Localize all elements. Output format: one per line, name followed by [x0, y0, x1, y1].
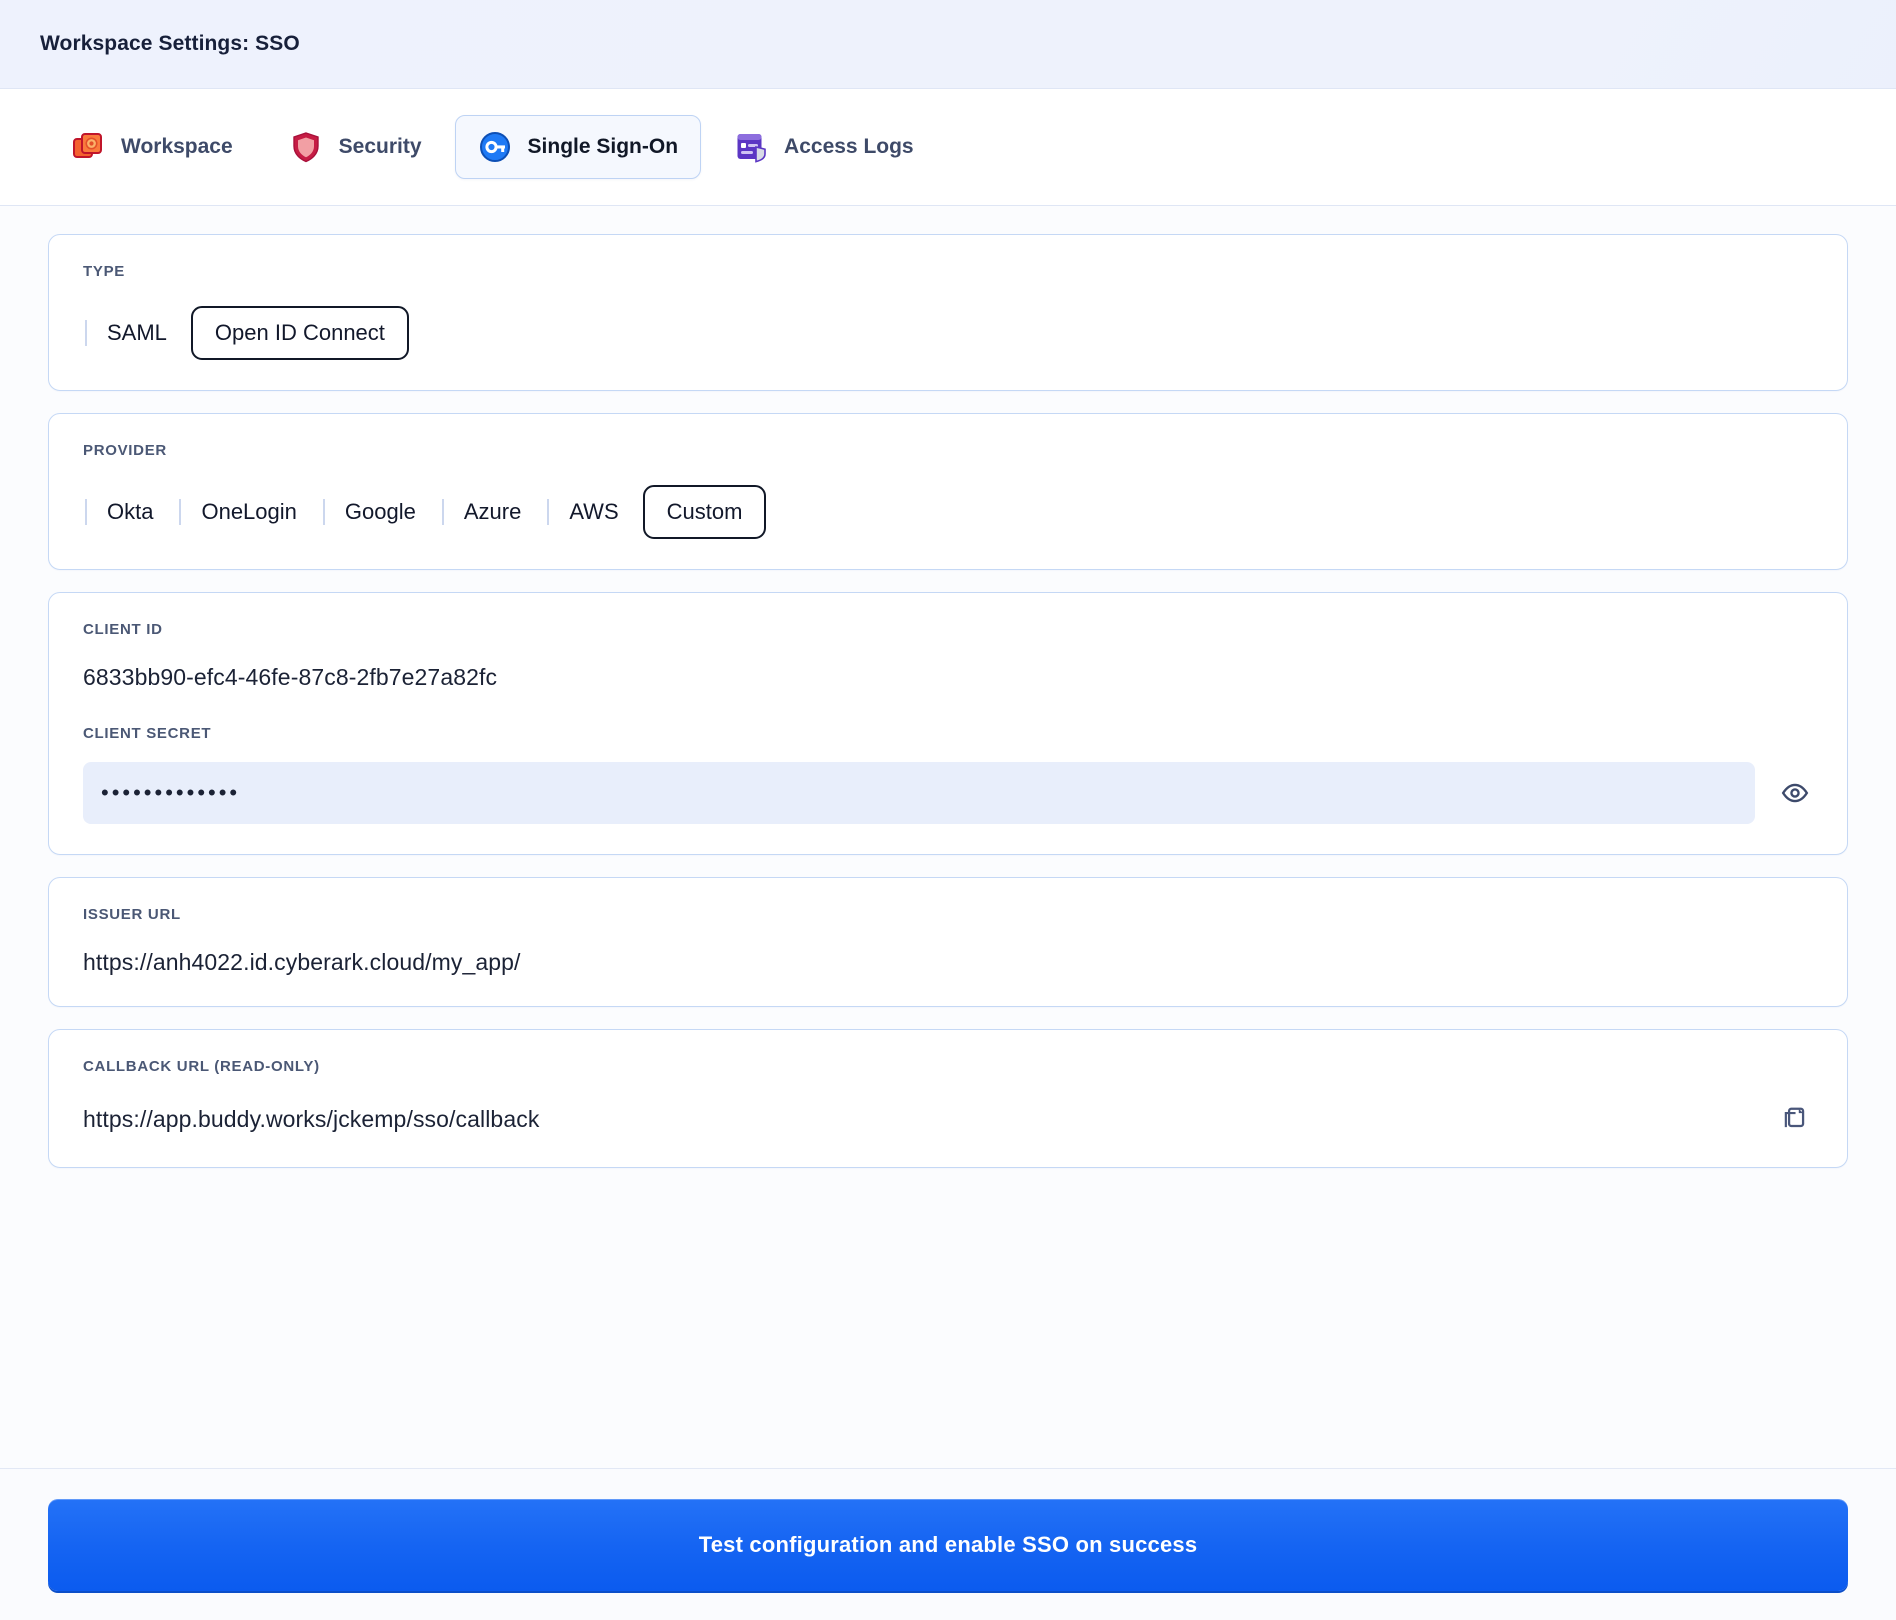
provider-option-custom[interactable]: Custom: [643, 485, 767, 539]
log-shield-icon: [734, 130, 768, 164]
type-option-open-id-connect[interactable]: Open ID Connect: [191, 306, 409, 360]
test-configuration-button[interactable]: Test configuration and enable SSO on suc…: [48, 1499, 1848, 1591]
type-label: TYPE: [83, 263, 1813, 280]
workspace-squares-gear-icon: [71, 130, 105, 164]
provider-option-aws-label: AWS: [569, 499, 618, 525]
provider-option-azure[interactable]: Azure: [440, 485, 545, 539]
client-id-value[interactable]: 6833bb90-efc4-46fe-87c8-2fb7e27a82fc: [83, 664, 1813, 691]
provider-option-okta[interactable]: Okta: [83, 485, 177, 539]
provider-option-azure-label: Azure: [464, 499, 521, 525]
tab-single-sign-on-label: Single Sign-On: [528, 135, 679, 159]
form-footer: Test configuration and enable SSO on suc…: [0, 1468, 1896, 1620]
callback-url-value: https://app.buddy.works/jckemp/sso/callb…: [83, 1106, 539, 1133]
provider-option-onelogin[interactable]: OneLogin: [177, 485, 320, 539]
tab-security-label: Security: [339, 135, 422, 159]
tab-workspace[interactable]: Workspace: [48, 115, 256, 179]
settings-tabbar: Workspace Security Single Sign-On: [0, 88, 1896, 206]
tab-security[interactable]: Security: [266, 115, 445, 179]
tab-single-sign-on[interactable]: Single Sign-On: [455, 115, 702, 179]
eye-icon[interactable]: [1777, 775, 1813, 811]
provider-option-group: Okta OneLogin Google Azure AWS Custom: [83, 485, 1813, 539]
provider-option-custom-label: Custom: [667, 499, 743, 525]
provider-option-okta-label: Okta: [107, 499, 153, 525]
sso-settings-page: Workspace Settings: SSO Workspace: [0, 0, 1896, 1620]
key-circle-icon: [478, 130, 512, 164]
issuer-url-label: ISSUER URL: [83, 906, 1813, 923]
tab-workspace-label: Workspace: [121, 135, 233, 159]
type-option-open-id-connect-label: Open ID Connect: [215, 320, 385, 346]
callback-url-label: CALLBACK URL (READ-ONLY): [83, 1058, 1813, 1075]
page-title: Workspace Settings: SSO: [40, 32, 300, 56]
page-header: Workspace Settings: SSO: [0, 0, 1896, 88]
type-option-saml-label: SAML: [107, 320, 167, 346]
provider-card: PROVIDER Okta OneLogin Google Azure AWS: [48, 413, 1848, 570]
callback-url-card: CALLBACK URL (READ-ONLY) https://app.bud…: [48, 1029, 1848, 1168]
client-credentials-card: CLIENT ID 6833bb90-efc4-46fe-87c8-2fb7e2…: [48, 592, 1848, 855]
provider-option-google-label: Google: [345, 499, 416, 525]
issuer-url-value[interactable]: https://anh4022.id.cyberark.cloud/my_app…: [83, 949, 1813, 976]
type-option-group: SAML Open ID Connect: [83, 306, 1813, 360]
sso-form-content: TYPE SAML Open ID Connect PROVIDER Okta …: [0, 206, 1896, 1468]
issuer-url-card: ISSUER URL https://anh4022.id.cyberark.c…: [48, 877, 1848, 1007]
provider-option-google[interactable]: Google: [321, 485, 440, 539]
provider-label: PROVIDER: [83, 442, 1813, 459]
callback-url-row: https://app.buddy.works/jckemp/sso/callb…: [83, 1101, 1813, 1137]
provider-option-onelogin-label: OneLogin: [201, 499, 296, 525]
type-card: TYPE SAML Open ID Connect: [48, 234, 1848, 391]
client-secret-row: •••••••••••••: [83, 762, 1813, 824]
client-id-label: CLIENT ID: [83, 621, 1813, 638]
tab-access-logs[interactable]: Access Logs: [711, 115, 937, 179]
copy-icon[interactable]: [1777, 1101, 1813, 1137]
provider-option-aws[interactable]: AWS: [545, 485, 642, 539]
tab-access-logs-label: Access Logs: [784, 135, 914, 159]
shield-icon: [289, 130, 323, 164]
client-secret-input[interactable]: •••••••••••••: [83, 762, 1755, 824]
type-option-saml[interactable]: SAML: [83, 306, 191, 360]
client-secret-label: CLIENT SECRET: [83, 725, 1813, 742]
